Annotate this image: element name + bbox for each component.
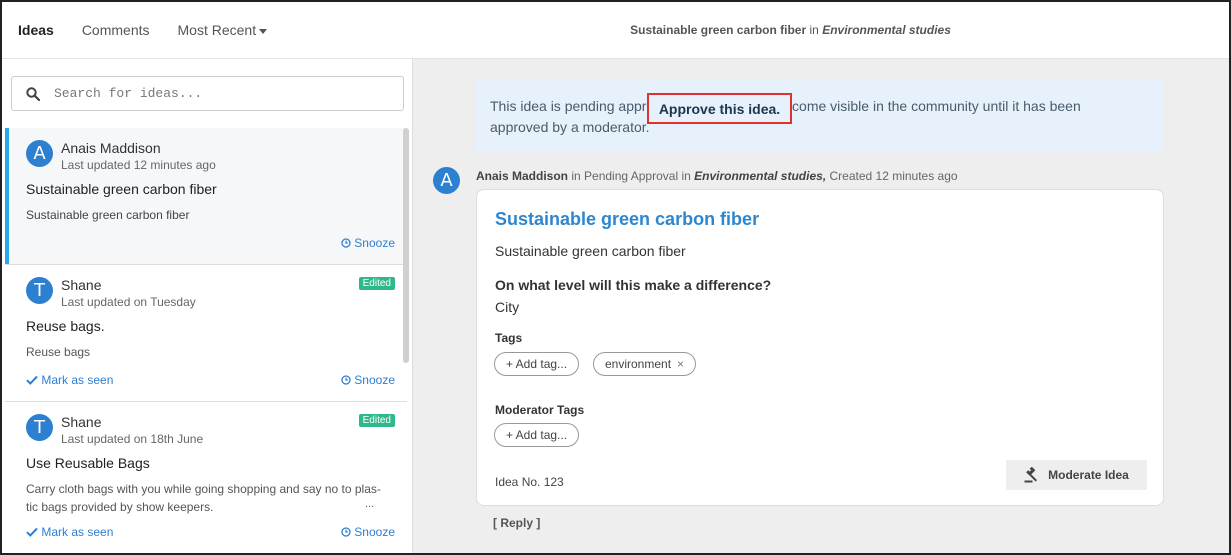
idea-status-text: in Pending Approval in xyxy=(571,169,691,183)
pending-approval-notice: This idea is pending approval. This idea… xyxy=(476,80,1164,152)
idea-description-line: tic bags provided by show keepers. xyxy=(26,500,214,514)
mark-as-seen-label: Mark as seen xyxy=(41,525,114,539)
idea-description-line: Carry cloth bags with you while going sh… xyxy=(26,482,381,496)
question-label: On what level will this make a differenc… xyxy=(495,277,772,293)
question-answer: City xyxy=(495,299,520,315)
mark-as-seen-button[interactable]: Mark as seen xyxy=(26,525,113,539)
idea-description: Reuse bags xyxy=(26,345,91,359)
idea-description: Carry cloth bags with you while going sh… xyxy=(26,480,396,516)
tab-comments[interactable]: Comments xyxy=(82,22,150,38)
breadcrumb-in: in xyxy=(809,23,819,37)
idea-category[interactable]: Environmental studies, xyxy=(694,169,826,183)
add-moderator-tag-button[interactable]: + Add tag... xyxy=(494,423,580,447)
moderator-tags-label: Moderator Tags xyxy=(495,403,585,417)
idea-updated: Last updated 12 minutes ago xyxy=(61,158,216,172)
pending-text-line1: This idea is pending approval. This idea… xyxy=(490,98,1081,114)
approve-idea-button[interactable]: Approve this idea. xyxy=(647,93,792,124)
idea-updated: Last updated on Tuesday xyxy=(61,295,196,309)
tag-chip: environment × xyxy=(593,352,697,376)
idea-number: Idea No. 123 xyxy=(495,475,564,489)
reply-link[interactable]: [ Reply ] xyxy=(493,516,540,530)
avatar: A xyxy=(433,167,460,194)
check-icon xyxy=(26,375,38,385)
snooze-button[interactable]: Snooze xyxy=(341,236,395,250)
idea-author: Anais Maddison xyxy=(61,140,161,156)
idea-author: Shane xyxy=(61,414,102,430)
moderate-idea-label: Moderate Idea xyxy=(1048,468,1129,482)
clock-icon xyxy=(341,238,351,248)
idea-description: Sustainable green carbon fiber xyxy=(495,243,686,259)
idea-created: Created 12 minutes ago xyxy=(829,169,958,183)
list-item[interactable]: T Shane Last updated on Tuesday Edited R… xyxy=(5,265,407,402)
gavel-icon xyxy=(1024,467,1038,483)
tags-label: Tags xyxy=(495,331,523,345)
more-ellipsis: ... xyxy=(365,498,375,510)
avatar: T xyxy=(26,414,53,441)
avatar: A xyxy=(26,140,53,167)
ideas-list-panel: A Anais Maddison Last updated 12 minutes… xyxy=(2,59,413,553)
idea-title[interactable]: Sustainable green carbon fiber xyxy=(495,209,759,230)
status-badge: Edited xyxy=(358,414,395,427)
mark-as-seen-label: Mark as seen xyxy=(41,373,114,387)
list-scrollbar[interactable] xyxy=(403,128,409,363)
top-bar: Ideas Comments Most Recent Sustainable g… xyxy=(2,2,1229,59)
add-tag-button[interactable]: + Add tag... xyxy=(494,352,580,376)
clock-icon xyxy=(341,375,351,385)
idea-updated: Last updated on 18th June xyxy=(61,432,204,446)
chevron-down-icon xyxy=(259,28,268,34)
view-tabs: Ideas Comments Most Recent xyxy=(2,22,412,38)
snooze-label: Snooze xyxy=(354,236,395,250)
search-box xyxy=(11,76,404,111)
breadcrumb-category[interactable]: Environmental studies xyxy=(822,23,951,37)
idea-description: Sustainable green carbon fiber xyxy=(26,208,190,222)
moderate-idea-button[interactable]: Moderate Idea xyxy=(1006,460,1147,490)
check-icon xyxy=(26,527,38,537)
breadcrumb: Sustainable green carbon fiber in Enviro… xyxy=(412,23,1229,37)
search-icon xyxy=(26,86,40,101)
idea-author: Shane xyxy=(61,277,102,293)
status-badge: Edited xyxy=(358,277,395,290)
pending-text-line2: approved by a moderator. xyxy=(490,119,650,135)
idea-card: Sustainable green carbon fiber Sustainab… xyxy=(476,189,1164,506)
tag-label: environment xyxy=(605,357,672,371)
idea-author[interactable]: Anais Maddison xyxy=(476,169,568,183)
sort-dropdown-label: Most Recent xyxy=(177,22,257,38)
ideas-list: A Anais Maddison Last updated 12 minutes… xyxy=(5,128,407,553)
idea-title: Reuse bags. xyxy=(26,318,105,334)
idea-title: Use Reusable Bags xyxy=(26,455,150,471)
close-icon[interactable]: × xyxy=(677,357,684,371)
snooze-label: Snooze xyxy=(354,373,395,387)
idea-title: Sustainable green carbon fiber xyxy=(26,181,217,197)
snooze-button[interactable]: Snooze xyxy=(341,373,395,387)
list-item[interactable]: A Anais Maddison Last updated 12 minutes… xyxy=(5,128,407,265)
avatar: T xyxy=(26,277,53,304)
sort-dropdown[interactable]: Most Recent xyxy=(178,22,268,38)
breadcrumb-title: Sustainable green carbon fiber xyxy=(630,23,807,37)
idea-detail-panel: This idea is pending approval. This idea… xyxy=(413,59,1229,553)
mark-as-seen-button[interactable]: Mark as seen xyxy=(26,373,113,387)
tab-ideas[interactable]: Ideas xyxy=(18,22,54,38)
snooze-button[interactable]: Snooze xyxy=(341,525,395,539)
snooze-label: Snooze xyxy=(354,525,395,539)
list-item[interactable]: T Shane Last updated on 18th June Edited… xyxy=(5,402,407,553)
clock-icon xyxy=(341,527,351,537)
search-input[interactable] xyxy=(54,86,374,101)
idea-meta: Anais Maddison in Pending Approval in En… xyxy=(476,169,958,183)
